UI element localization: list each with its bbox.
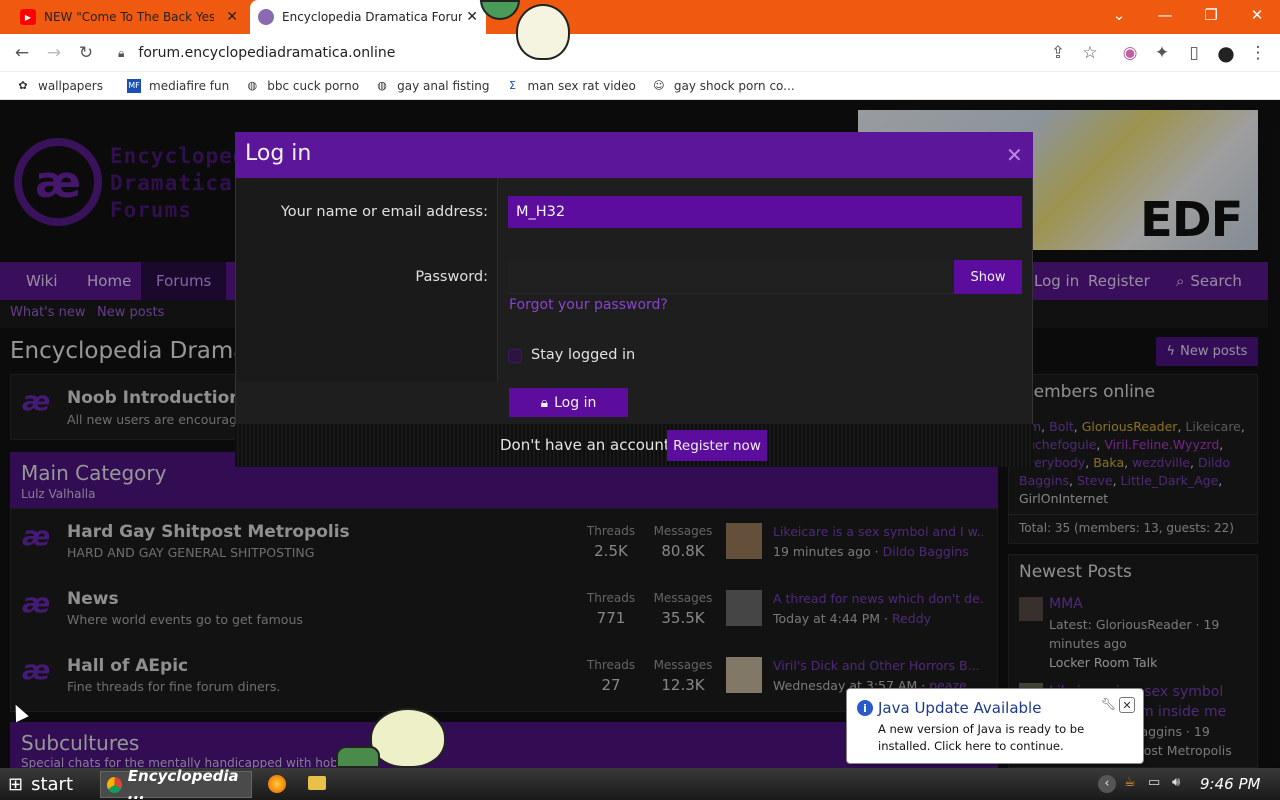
bookmark-label: gay anal fisting <box>397 78 490 93</box>
stay-logged-in-label[interactable]: Stay logged in <box>531 347 635 363</box>
forward-icon[interactable]: → <box>42 42 66 64</box>
face-icon: ☺ <box>653 79 665 92</box>
folder-icon[interactable] <box>308 776 326 790</box>
forum-favicon-icon <box>258 9 274 25</box>
volume-icon[interactable]: 🔊︎ <box>1172 775 1180 790</box>
tab-title: NEW "Come To The Back Yes" <box>44 10 214 24</box>
close-tab-icon[interactable]: ✕ <box>226 9 238 25</box>
bookmark-wallpapers[interactable]: ✿ wallpapers <box>16 79 103 93</box>
firefox-icon[interactable] <box>268 775 286 793</box>
tab-youtube[interactable]: ▶ NEW "Come To The Back Yes" ✕ <box>14 0 244 34</box>
login-modal-title: Log in <box>245 141 312 166</box>
java-title[interactable]: Java Update Available <box>878 699 1041 717</box>
start-label: start <box>31 773 74 795</box>
password-field[interactable] <box>508 260 954 294</box>
close-icon[interactable]: ✕ <box>1119 697 1135 713</box>
url-text: forum.encyclopediadramatica.online <box>138 45 396 61</box>
back-icon[interactable]: ← <box>10 42 34 64</box>
chrome-icon <box>107 776 122 793</box>
taskbar-item-label: Encyclopedia ... <box>127 766 239 800</box>
peridot-character-image <box>336 706 450 768</box>
profile-avatar-icon[interactable]: ● <box>1214 41 1238 65</box>
network-icon[interactable]: ▭ <box>1148 775 1160 790</box>
bookmarks-bar: ✿ wallpapers MF mediafire fun ◍ bbc cuck po… <box>0 72 1280 100</box>
youtube-icon: ▶ <box>20 9 36 25</box>
lock-icon: 🔒︎ <box>540 394 549 411</box>
username-field[interactable] <box>508 196 1022 228</box>
globe-icon: ◍ <box>247 79 258 92</box>
password-label: Password: <box>415 269 488 285</box>
forgot-password-link[interactable]: Forgot your password? <box>509 297 668 313</box>
bookmark-mediafire[interactable]: MF mediafire fun <box>127 78 230 93</box>
bookmark-label: man sex rat video <box>527 78 636 93</box>
bookmark-3[interactable]: ◍ bbc cuck porno <box>245 79 359 93</box>
globe-icon: ◍ <box>377 79 387 92</box>
bookmark-6[interactable]: ☺ gay shock porn co... <box>652 78 795 93</box>
minimize-button[interactable]: — <box>1142 0 1188 30</box>
tab-search-chevron-icon[interactable]: ⌄ <box>1096 0 1142 30</box>
sigma-icon: Σ <box>509 79 516 92</box>
username-label: Your name or email address: <box>280 204 488 220</box>
mediafire-icon: MF <box>127 78 141 93</box>
close-window-button[interactable]: ✕ <box>1234 0 1280 30</box>
java-body[interactable]: A new version of Java is ready to be ins… <box>878 721 1140 755</box>
no-account-text: Don't have an account? <box>500 436 678 454</box>
login-button-label: Log in <box>554 394 597 411</box>
info-icon: i <box>857 700 873 716</box>
bookmark-label: mediafire fun <box>149 78 230 93</box>
taskbar-chrome-item[interactable]: Encyclopedia ... <box>100 767 252 800</box>
java-tray-icon[interactable]: ☕︎ <box>1124 775 1136 790</box>
side-panel-icon[interactable]: ▯ <box>1182 42 1206 64</box>
register-now-button[interactable]: Register now <box>667 430 767 461</box>
bookmark-star-icon[interactable]: ☆ <box>1078 42 1102 64</box>
show-password-button[interactable]: Show <box>954 260 1022 294</box>
peridot-sticker-image <box>480 0 576 62</box>
lock-icon: 🔒︎ <box>118 45 125 60</box>
bookmark-icon: ✿ <box>18 79 28 92</box>
login-modal-header <box>235 132 1033 178</box>
wrench-icon[interactable]: 🔧︎ <box>1101 697 1116 711</box>
bookmark-label: wallpapers <box>38 78 103 93</box>
extension-icon[interactable]: ◉ <box>1118 42 1142 64</box>
stay-logged-in-checkbox[interactable] <box>508 349 522 363</box>
start-button[interactable]: ⊞ start <box>0 768 94 800</box>
tray-expand-icon[interactable]: ‹ <box>1098 775 1116 793</box>
share-icon[interactable]: ⇪ <box>1046 42 1070 64</box>
login-button[interactable]: 🔒︎ Log in <box>509 388 628 417</box>
bookmark-label: bbc cuck porno <box>267 78 360 93</box>
close-tab-icon[interactable]: ✕ <box>466 9 478 25</box>
tab-title: Encyclopedia Dramatica Forum <box>282 10 462 24</box>
reload-icon[interactable]: ↻ <box>74 42 98 64</box>
bookmark-label: gay shock porn co... <box>673 78 795 93</box>
tab-forum[interactable]: Encyclopedia Dramatica Forum ✕ <box>250 0 486 34</box>
menu-kebab-icon[interactable]: ⋮ <box>1246 42 1270 64</box>
windows-logo-icon: ⊞ <box>8 773 24 795</box>
extensions-puzzle-icon[interactable]: ✦ <box>1150 42 1174 64</box>
bookmark-4[interactable]: ◍ gay anal fisting <box>375 79 489 93</box>
close-icon[interactable]: ✕ <box>1006 143 1023 167</box>
restore-button[interactable]: ❐ <box>1188 0 1234 30</box>
taskbar-clock[interactable]: 9:46 PM <box>1200 775 1260 793</box>
bookmark-5[interactable]: Σman sex rat video <box>506 79 636 93</box>
